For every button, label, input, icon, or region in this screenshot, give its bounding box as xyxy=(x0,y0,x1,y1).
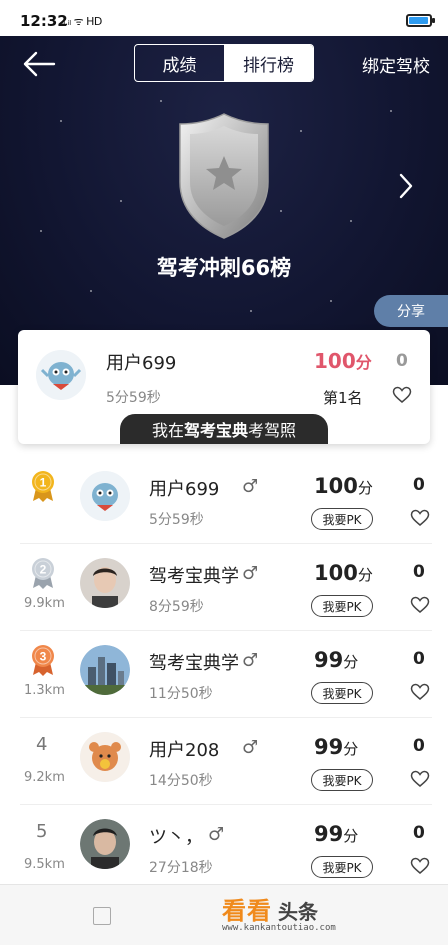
my-score: 100分 xyxy=(314,349,372,373)
ranking-row: 4 9.2km 用户208 ♂ 14分50秒 99分我要PK 0 xyxy=(0,718,448,805)
user-name: 用户208 xyxy=(149,740,220,761)
like-count: 0 xyxy=(413,736,425,756)
avatar xyxy=(36,350,86,400)
male-icon: ♂ xyxy=(242,650,259,671)
back-arrow-icon[interactable] xyxy=(22,50,56,78)
rank-number: 4 xyxy=(36,734,48,755)
watermark-url: www.kankantoutiao.com xyxy=(222,923,336,933)
battery-icon xyxy=(406,14,435,27)
user-time: 5分59秒 xyxy=(149,512,204,528)
user-time: 14分50秒 xyxy=(149,773,213,789)
distance: 9.2km xyxy=(24,770,65,785)
user-score: 100分 xyxy=(314,561,373,585)
medal-rank: 2 xyxy=(40,563,47,577)
user-score: 99分 xyxy=(314,822,359,846)
male-icon: ♂ xyxy=(242,563,259,584)
pk-button[interactable]: 我要PK xyxy=(311,595,373,617)
distance: 1.3km xyxy=(24,683,65,698)
ranking-row: 1 用户699 ♂ 5分59秒 100分我要PK 0 xyxy=(0,457,448,544)
my-rank-card: 用户699 5分59秒 100分 第1名 0 我在 驾考宝典 考驾照 xyxy=(18,330,430,444)
heart-icon[interactable] xyxy=(410,683,430,701)
shield-badge-icon xyxy=(179,113,269,239)
avatar[interactable] xyxy=(80,819,130,869)
bottom-bar: 看看 头条 www.kankantoutiao.com xyxy=(0,884,448,945)
like-count: 0 xyxy=(413,475,425,495)
signal-icon: ᵢₗ.ᵢₗ ᯤ HD xyxy=(62,15,102,28)
user-score: 99分 xyxy=(314,648,359,672)
heart-icon[interactable] xyxy=(410,770,430,788)
pk-button[interactable]: 我要PK xyxy=(311,769,373,791)
status-bar: 12:32 ᵢₗ.ᵢₗ ᯤ HD xyxy=(0,0,448,36)
user-name: 用户699 xyxy=(149,479,220,500)
my-name: 用户699 xyxy=(106,353,177,374)
user-time: 8分59秒 xyxy=(149,599,204,615)
pk-button[interactable]: 我要PK xyxy=(311,856,373,878)
battery-level xyxy=(409,17,428,24)
my-likes: 0 xyxy=(396,351,408,371)
user-name: 驾考宝典学 xyxy=(149,653,239,674)
bind-school-button[interactable]: 绑定驾校 xyxy=(362,52,430,77)
tab-scores[interactable]: 成绩 xyxy=(135,45,224,81)
ranking-row: 3 1.3km 驾考宝典学 ♂ 11分50秒 99分我要PK 0 xyxy=(0,631,448,718)
user-time: 11分50秒 xyxy=(149,686,213,702)
board-title: 驾考冲刺66榜 xyxy=(156,256,292,280)
medal-icon: 1 xyxy=(32,471,54,502)
user-score: 100分 xyxy=(314,474,373,498)
my-rank: 第1名 xyxy=(323,389,363,407)
pk-button[interactable]: 我要PK xyxy=(311,508,373,530)
heart-icon[interactable] xyxy=(410,509,430,527)
like-count: 0 xyxy=(413,649,425,669)
user-name: 驾考宝典学 xyxy=(149,566,239,587)
medal-icon: 2 xyxy=(32,558,54,589)
tab-leaderboard[interactable]: 排行榜 xyxy=(224,45,313,81)
heart-icon[interactable] xyxy=(410,857,430,875)
my-time: 5分59秒 xyxy=(106,390,161,406)
heart-icon[interactable] xyxy=(392,386,412,404)
like-count: 0 xyxy=(413,823,425,843)
medal-rank: 1 xyxy=(40,476,47,490)
avatar[interactable] xyxy=(80,645,130,695)
chevron-right-icon[interactable] xyxy=(398,172,414,200)
like-count: 0 xyxy=(413,562,425,582)
male-icon: ♂ xyxy=(208,824,225,845)
avatar[interactable] xyxy=(80,471,130,521)
ranking-row: 2 9.9km 驾考宝典学 ♂ 8分59秒 100分我要PK 0 xyxy=(0,544,448,631)
user-score: 99分 xyxy=(314,735,359,759)
distance: 9.5km xyxy=(24,857,65,872)
ranking-row: 5 9.5km ツ丶， ♂ 27分18秒 99分我要PK 0 xyxy=(0,805,448,892)
watermark: 看看 头条 xyxy=(222,897,318,925)
avatar[interactable] xyxy=(80,732,130,782)
checkbox[interactable] xyxy=(93,907,111,925)
leaderboard-screen: 12:32 ᵢₗ.ᵢₗ ᯤ HD 成绩 排行榜 绑定驾校 驾考冲刺66榜 分享 xyxy=(0,0,448,945)
avatar[interactable] xyxy=(80,558,130,608)
rank-number: 5 xyxy=(36,821,48,842)
status-time: 12:32 xyxy=(20,12,68,30)
heart-icon[interactable] xyxy=(410,596,430,614)
user-name: ツ丶， xyxy=(149,827,203,848)
male-icon: ♂ xyxy=(242,737,259,758)
share-button[interactable]: 分享 xyxy=(374,295,448,327)
male-icon: ♂ xyxy=(242,476,259,497)
medal-icon: 3 xyxy=(32,645,54,676)
tab-switcher: 成绩 排行榜 xyxy=(134,44,314,82)
medal-rank: 3 xyxy=(40,650,47,664)
user-time: 27分18秒 xyxy=(149,860,213,876)
slogan-banner: 我在 驾考宝典 考驾照 xyxy=(120,414,328,444)
distance: 9.9km xyxy=(24,596,65,611)
pk-button[interactable]: 我要PK xyxy=(311,682,373,704)
